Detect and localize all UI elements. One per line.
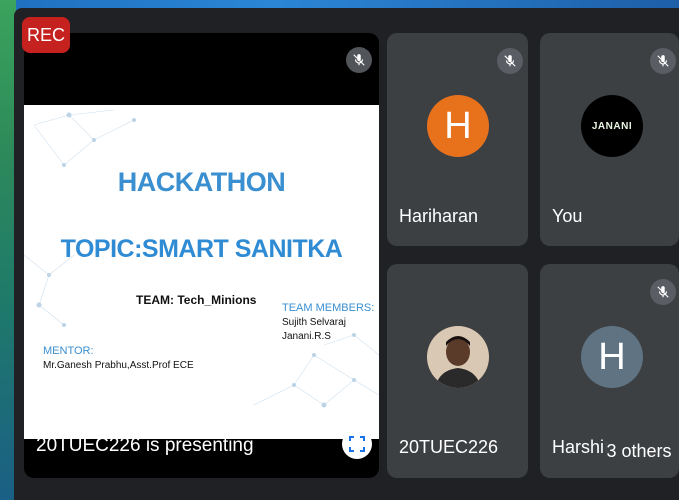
avatar-photo — [427, 326, 489, 388]
person-photo-icon — [427, 326, 489, 388]
slide-mentor-heading: MENTOR: — [43, 345, 94, 357]
presenting-caption: 20TUEC226 is presenting — [36, 435, 254, 456]
mic-off-icon — [346, 47, 372, 73]
participant-name: You — [552, 206, 583, 226]
participant-tile[interactable]: JANANI You — [540, 33, 679, 246]
participant-tile[interactable]: 20TUEC226 — [387, 264, 528, 478]
fullscreen-icon — [349, 436, 365, 452]
participant-name: 20TUEC226 — [399, 437, 499, 457]
mic-off-icon — [650, 48, 676, 74]
slide-member: Sujith Selvaraj — [282, 317, 346, 328]
slide-members-heading: TEAM MEMBERS: — [282, 302, 375, 314]
participant-name: Harshit — [552, 437, 610, 457]
slide-mentor: Mr.Ganesh Prabhu,Asst.Prof ECE — [43, 360, 194, 371]
slide-topic: TOPIC:SMART SANITKA — [60, 235, 343, 263]
mic-off-icon — [650, 279, 676, 305]
avatar: H — [581, 326, 643, 388]
recording-badge: REC — [22, 17, 70, 53]
slide-team: TEAM: Tech_Minions — [136, 293, 257, 307]
others-count-button[interactable]: 3 others — [604, 434, 674, 468]
shared-slide: HACKATHON TOPIC:SMART SANITKA TEAM: Tech… — [24, 105, 379, 439]
avatar: H — [427, 95, 489, 157]
presentation-tile[interactable]: HACKATHON TOPIC:SMART SANITKA TEAM: Tech… — [24, 33, 379, 478]
slide-title: HACKATHON — [117, 167, 286, 197]
slide-member: Janani.R.S — [282, 331, 331, 342]
avatar: JANANI — [581, 95, 643, 157]
participant-name: Hariharan — [399, 206, 479, 226]
mic-off-icon — [497, 48, 523, 74]
participant-tile[interactable]: H Hariharan — [387, 33, 528, 246]
fullscreen-button[interactable] — [342, 429, 372, 459]
network-decoration — [24, 109, 379, 408]
